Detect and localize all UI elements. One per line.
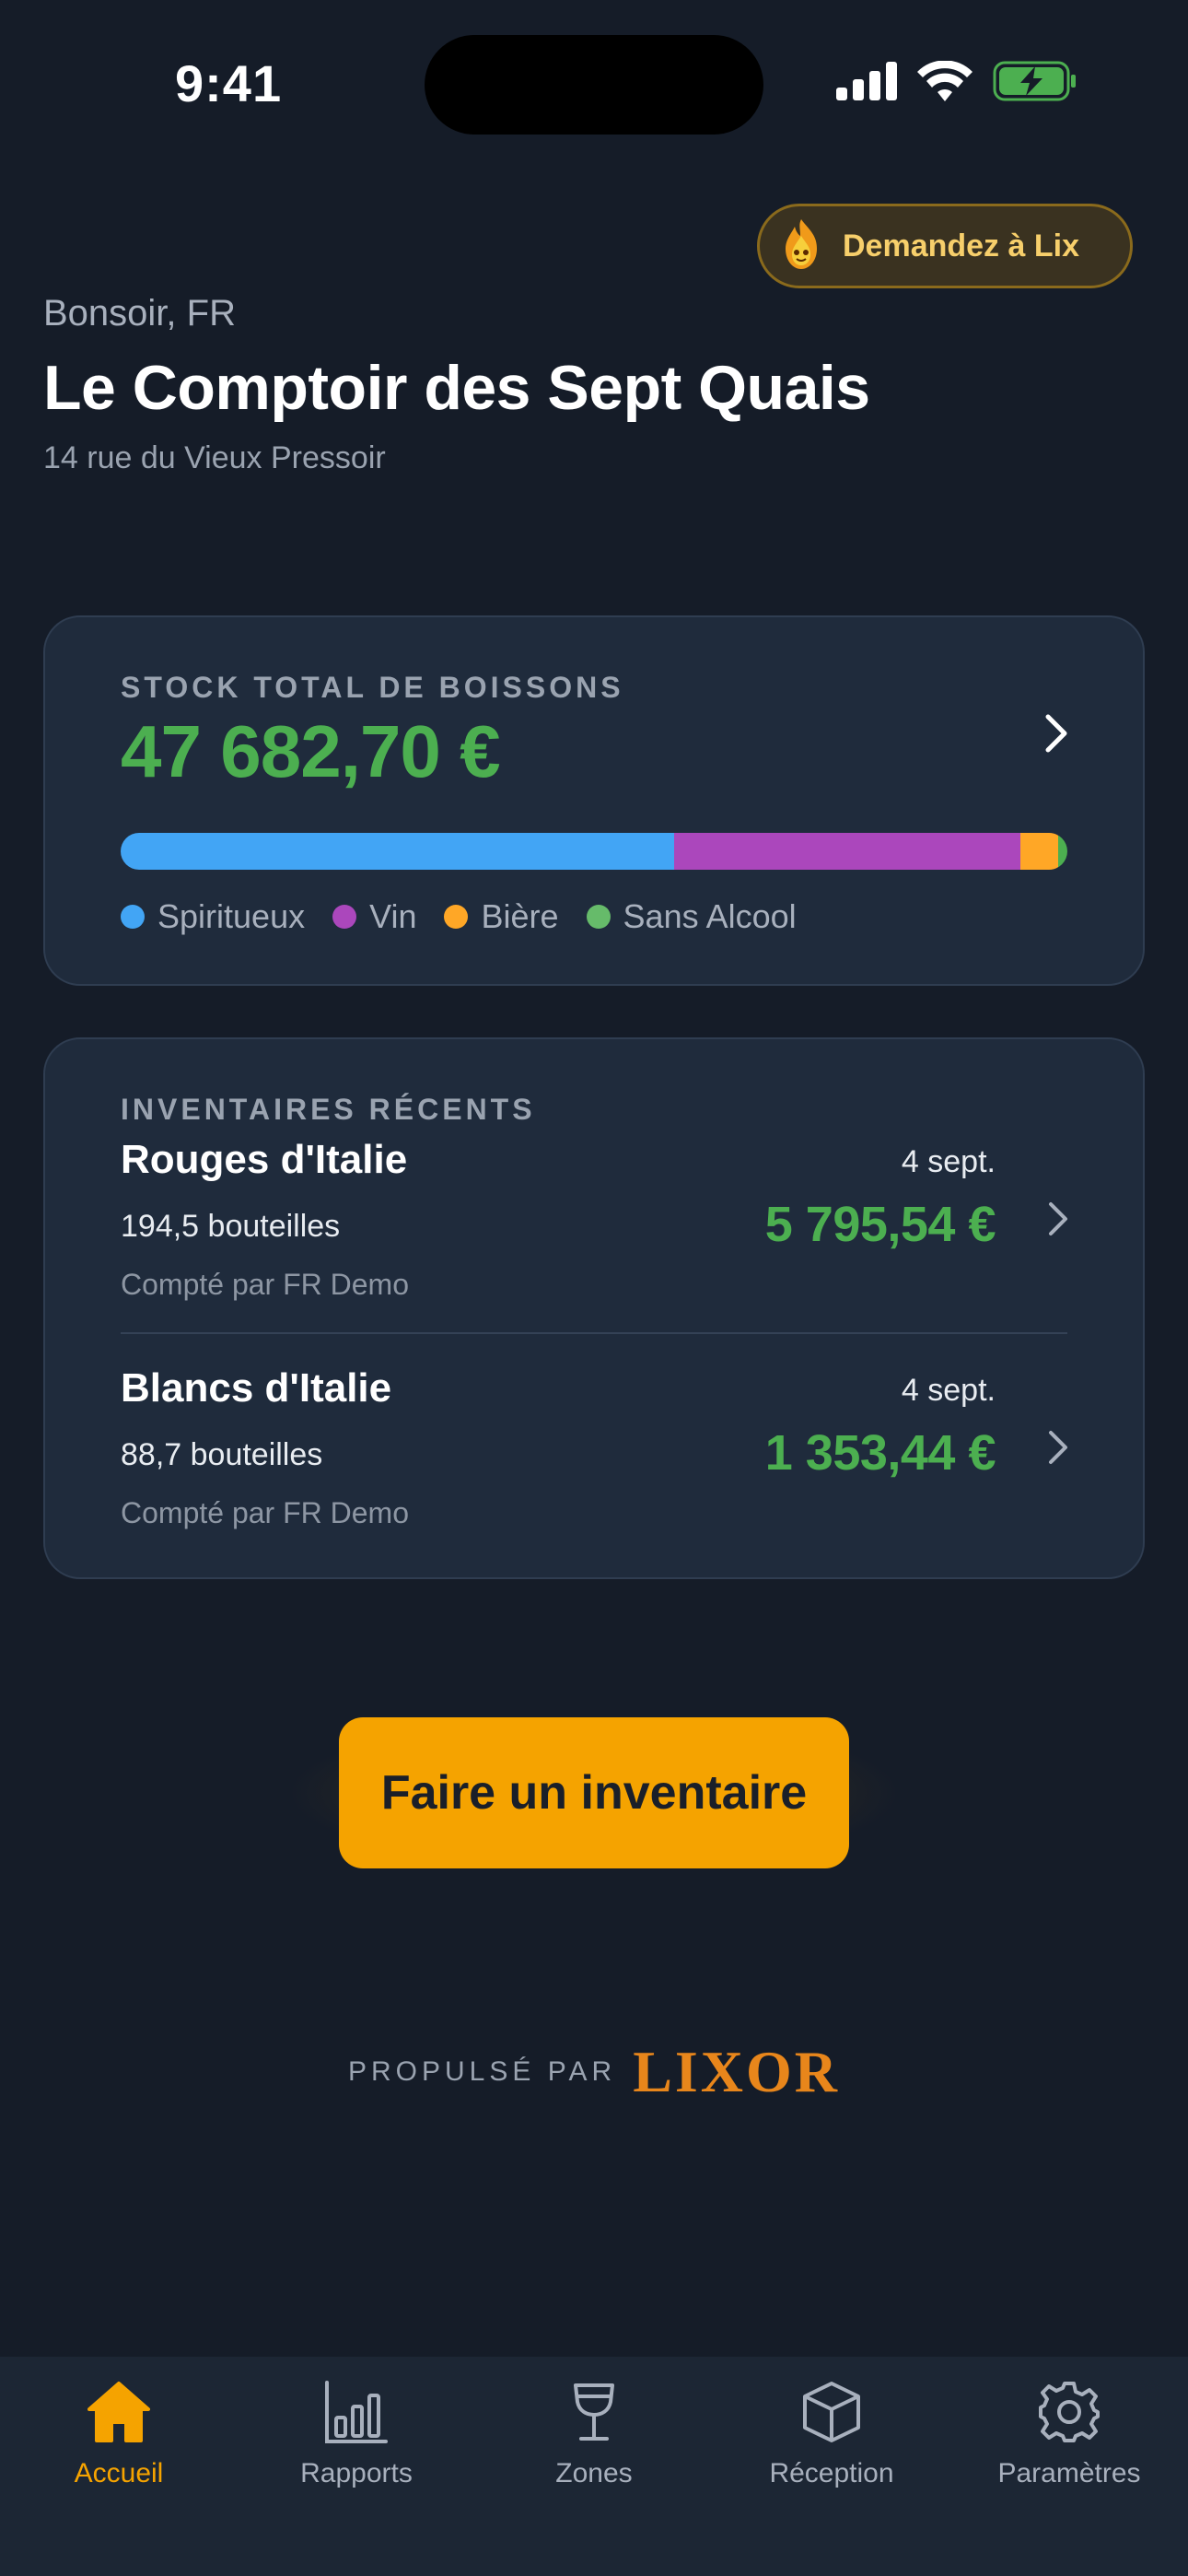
legend-dot-spiritueux <box>121 905 145 929</box>
legend-item-biere: Bière <box>444 897 559 936</box>
bar-segment-spiritueux <box>121 833 675 870</box>
bar-segment-bi-re <box>1019 833 1058 870</box>
legend-label: Bière <box>481 897 559 935</box>
legend-dot-vin <box>332 905 357 929</box>
greeting: Bonsoir, FR <box>43 293 236 334</box>
inventory-date: 4 sept. <box>901 1373 996 1408</box>
inventory-bottle-count: 194,5 bouteilles <box>121 1209 341 1244</box>
tab-label: Paramètres <box>997 2458 1141 2488</box>
bar-chart-icon <box>320 2375 393 2449</box>
legend-label: Sans Alcool <box>623 897 797 935</box>
chevron-right-icon <box>1047 1200 1071 1243</box>
inventory-row[interactable]: Blancs d'Italie 4 sept. 88,7 bouteilles … <box>45 1365 1143 1568</box>
legend-label: Spiritueux <box>157 897 306 935</box>
home-screen: 9:41 Demandez à Lix Bonsoir, FR Le Compt… <box>0 0 1188 2576</box>
chevron-right-icon <box>1043 711 1071 760</box>
inventory-name: Rouges d'Italie <box>121 1137 408 1182</box>
inventory-divider <box>121 1332 1067 1334</box>
gear-icon <box>1032 2375 1106 2449</box>
powered-by: PROPULSÉ PAR LIXOR <box>0 2038 1188 2106</box>
inventory-value: 1 353,44 € <box>764 1425 996 1481</box>
legend-label: Vin <box>369 897 417 935</box>
inventory-bottle-count: 88,7 bouteilles <box>121 1437 323 1472</box>
inventory-counted-by: Compté par FR Demo <box>121 1496 409 1529</box>
wine-glass-icon <box>557 2375 631 2449</box>
stock-total-card[interactable]: STOCK TOTAL DE BOISSONS 47 682,70 € Spir… <box>43 615 1145 986</box>
tab-bar: Accueil Rapports Zones Réception Paramèt… <box>0 2357 1188 2576</box>
ask-lix-button[interactable]: Demandez à Lix <box>757 204 1133 288</box>
bar-segment-vin <box>674 833 1020 870</box>
stock-legend: Spiritueux Vin Bière Sans Alcool <box>121 897 797 936</box>
powered-by-label: PROPULSÉ PAR <box>348 2056 617 2087</box>
status-time: 9:41 <box>175 54 283 112</box>
start-inventory-button[interactable]: Faire un inventaire <box>339 1717 849 1868</box>
box-icon <box>795 2375 868 2449</box>
cellular-signal-icon <box>836 62 897 105</box>
tab-label: Réception <box>769 2458 894 2488</box>
chevron-right-icon <box>1047 1428 1071 1471</box>
legend-item-sans-alcool: Sans Alcool <box>586 897 797 936</box>
venue-name: Le Comptoir des Sept Quais <box>43 353 870 423</box>
battery-charging-icon <box>993 61 1077 106</box>
dynamic-island <box>425 35 763 135</box>
tab-zones[interactable]: Zones <box>475 2357 713 2576</box>
legend-item-vin: Vin <box>332 897 416 936</box>
tab-parametres[interactable]: Paramètres <box>950 2357 1188 2576</box>
tab-rapports[interactable]: Rapports <box>238 2357 475 2576</box>
inventory-counted-by: Compté par FR Demo <box>121 1268 409 1301</box>
ask-lix-label: Demandez à Lix <box>843 228 1079 263</box>
legend-dot-biere <box>444 905 469 929</box>
tab-label: Accueil <box>74 2458 164 2488</box>
inventory-row[interactable]: Rouges d'Italie 4 sept. 194,5 bouteilles… <box>45 1137 1143 1340</box>
legend-dot-sans-alcool <box>586 905 611 929</box>
bar-segment-sans-alcool <box>1057 833 1067 870</box>
flame-mascot-icon <box>780 217 822 275</box>
status-icons <box>836 60 1077 106</box>
stock-total-label: STOCK TOTAL DE BOISSONS <box>121 671 624 704</box>
recent-inventories-card: INVENTAIRES RÉCENTS Rouges d'Italie 4 se… <box>43 1037 1145 1579</box>
venue-address: 14 rue du Vieux Pressoir <box>43 440 386 475</box>
tab-reception[interactable]: Réception <box>713 2357 950 2576</box>
home-icon <box>82 2375 156 2449</box>
wifi-icon <box>917 60 973 106</box>
recent-inventories-label: INVENTAIRES RÉCENTS <box>121 1093 536 1126</box>
stock-breakdown-bar <box>121 833 1067 870</box>
inventory-name: Blancs d'Italie <box>121 1365 392 1411</box>
tab-accueil[interactable]: Accueil <box>0 2357 238 2576</box>
lixor-logo: LIXOR <box>633 2039 840 2104</box>
stock-total-value: 47 682,70 € <box>121 710 501 792</box>
legend-item-spiritueux: Spiritueux <box>121 897 305 936</box>
inventory-value: 5 795,54 € <box>764 1197 996 1252</box>
inventory-date: 4 sept. <box>901 1144 996 1179</box>
tab-label: Rapports <box>300 2458 413 2488</box>
tab-label: Zones <box>555 2458 633 2488</box>
